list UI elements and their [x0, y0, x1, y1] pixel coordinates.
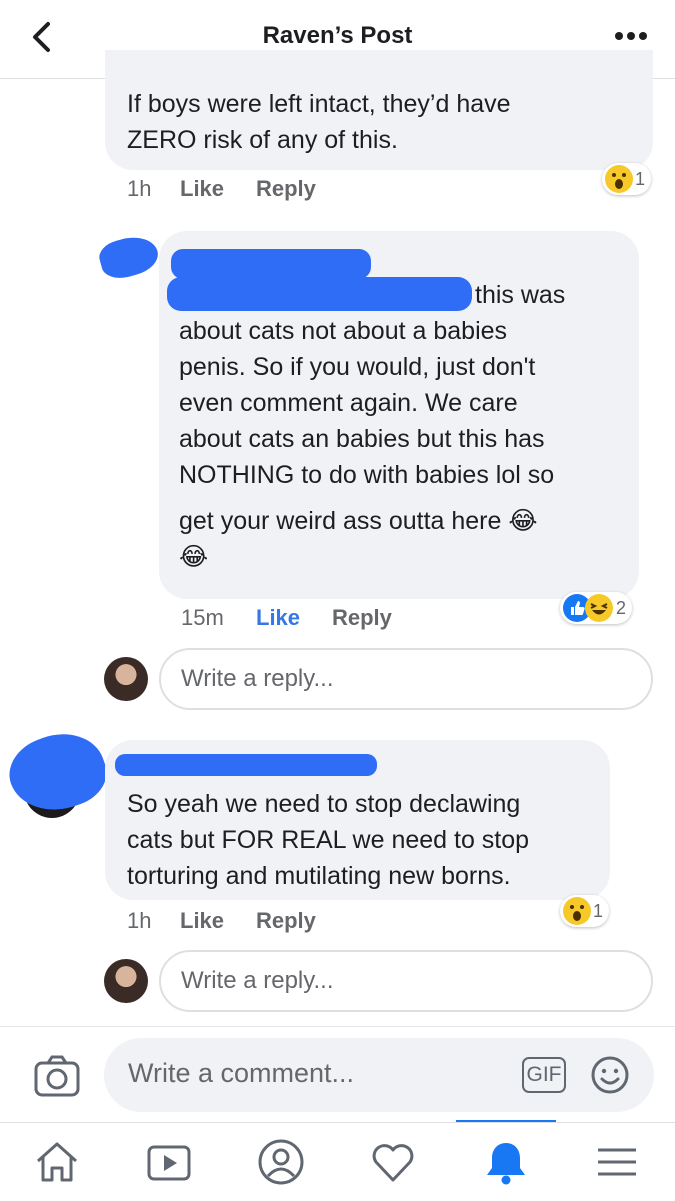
avatar [104, 657, 148, 701]
comment-text-line: If boys were left intact, they’d have [127, 90, 511, 118]
comment-placeholder: Write a comment... [128, 1058, 355, 1088]
emoji-icon[interactable] [590, 1055, 630, 1095]
gif-label: GIF [526, 1063, 562, 1086]
video-icon[interactable] [144, 1137, 194, 1187]
reply-button[interactable]: Reply [256, 908, 316, 934]
redacted-name [171, 249, 371, 279]
more-options-icon[interactable] [611, 24, 651, 48]
haha-emoji-icon [585, 594, 613, 622]
reaction-count: 2 [616, 597, 627, 618]
camera-icon[interactable] [34, 1055, 80, 1097]
comment-text-line: about cats not about a babies [179, 317, 508, 345]
redacted-text [167, 277, 472, 311]
comment-text-line: penis. So if you would, just don't [179, 353, 536, 381]
bottom-tab-bar [0, 1122, 675, 1201]
wow-emoji-icon [563, 897, 591, 925]
comment-input[interactable]: Write a comment... [104, 1038, 654, 1112]
reply-input[interactable]: Write a reply... [159, 950, 653, 1012]
reaction-summary[interactable]: 2 [560, 592, 633, 624]
comment-text-line: NOTHING to do with babies lol so [179, 461, 555, 489]
redacted-avatar [96, 231, 162, 283]
comment-text-line: even comment again. We care [179, 389, 518, 417]
comment-time: 1h [127, 176, 152, 201]
comment-time: 15m [181, 605, 224, 630]
reply-placeholder: Write a reply... [181, 967, 334, 994]
comment-text-line: get your weird ass outta here 😂 [179, 507, 538, 535]
comment-text-line: 😂 [179, 543, 209, 571]
avatar [104, 959, 148, 1003]
like-button[interactable]: Like [180, 908, 224, 934]
like-button[interactable]: Like [256, 605, 300, 631]
redacted-name [115, 754, 377, 776]
comment-composer: Write a comment... GIF [0, 1026, 675, 1123]
reaction-count: 1 [593, 900, 604, 921]
comment-text-line: ZERO risk of any of this. [127, 126, 398, 154]
reply-placeholder: Write a reply... [181, 665, 334, 692]
page-title: Raven’s Post [262, 22, 413, 49]
profile-icon[interactable] [256, 1137, 306, 1187]
comment-text-line: about cats an babies but this has [179, 425, 545, 453]
heart-icon[interactable] [368, 1137, 418, 1187]
reaction-count: 1 [635, 168, 646, 189]
home-icon[interactable] [32, 1137, 82, 1187]
like-button[interactable]: Like [180, 176, 224, 202]
redacted-avatar [0, 721, 115, 824]
comment-text-line: torturing and mutilating new borns. [127, 862, 511, 890]
comment-text-line: So yeah we need to stop declawing [127, 790, 521, 818]
reaction-summary[interactable]: 1 [602, 163, 652, 195]
reaction-summary[interactable]: 1 [560, 895, 610, 927]
reply-input[interactable]: Write a reply... [159, 648, 653, 710]
menu-icon[interactable] [592, 1137, 642, 1187]
wow-emoji-icon [605, 165, 633, 193]
comment-time: 1h [127, 908, 152, 933]
gif-button[interactable]: GIF [522, 1057, 566, 1093]
notifications-icon[interactable] [481, 1137, 531, 1187]
comment-text-line: cats but FOR REAL we need to stop [127, 826, 530, 854]
reply-button[interactable]: Reply [332, 605, 392, 631]
comment-bubble: So yeah we need to stop declawing cats b… [105, 740, 610, 900]
reply-button[interactable]: Reply [256, 176, 316, 202]
comment-bubble: this was about cats not about a babies p… [159, 231, 639, 599]
comment-bubble: If boys were left intact, they’d have ZE… [105, 50, 653, 170]
